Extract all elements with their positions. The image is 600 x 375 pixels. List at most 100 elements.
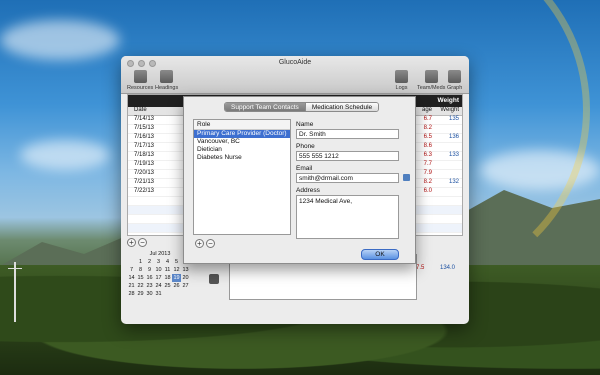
date-cell: 7/20/13: [134, 170, 155, 176]
calendar-day[interactable]: 29: [136, 290, 145, 298]
weight-cell: [432, 188, 462, 196]
calendar-day[interactable]: 20: [181, 274, 190, 282]
cloud: [0, 20, 120, 60]
folder-icon: [133, 70, 147, 83]
toolbar-label: Graph: [447, 85, 463, 91]
summary-weight: 134.0: [440, 265, 456, 271]
calendar-day[interactable]: 24: [154, 282, 163, 290]
weight-cell: 132: [448, 179, 459, 185]
calendar-day[interactable]: 21: [127, 282, 136, 290]
calendar-day[interactable]: 3: [154, 258, 163, 266]
title-bar: GlucoAide Resources Headings Logs Team/M…: [121, 56, 469, 94]
calendar-week: 7 8 9 10 11 12 13: [127, 266, 193, 274]
ok-button[interactable]: OK: [361, 249, 399, 260]
calendar-day[interactable]: 15: [136, 274, 145, 282]
calendar-day[interactable]: 11: [163, 266, 172, 274]
toolbar-headings-button[interactable]: Headings: [155, 70, 178, 91]
calendar-day[interactable]: 8: [136, 266, 145, 274]
weight-cell: [432, 161, 462, 169]
send-email-icon[interactable]: [403, 174, 410, 181]
email-field[interactable]: smith@drmail.com: [296, 173, 399, 183]
team-icon: [424, 70, 438, 83]
calendar-day[interactable]: 26: [172, 282, 181, 290]
name-field[interactable]: Dr. Smith: [296, 129, 399, 139]
calendar-day[interactable]: 28: [127, 290, 136, 298]
calendar-day[interactable]: 19: [172, 274, 181, 282]
add-role-button[interactable]: +: [195, 239, 204, 248]
calendar-day: [181, 290, 190, 298]
logs-icon: [395, 70, 408, 83]
date-cell: 7/22/13: [134, 188, 155, 194]
remove-role-button[interactable]: −: [206, 239, 215, 248]
weight-cell: 135: [448, 116, 459, 122]
calendar-day[interactable]: 10: [154, 266, 163, 274]
date-cell: 7/16/13: [134, 134, 155, 140]
tab-medication-schedule[interactable]: Medication Schedule: [304, 103, 379, 111]
calendar-day[interactable]: 2: [145, 258, 154, 266]
toolbar-resources-button[interactable]: Resources: [127, 70, 153, 91]
list-item[interactable]: Vancouver, BC: [194, 138, 290, 146]
calendar-grid: 1234567891011121314151617181920212223242…: [127, 258, 193, 298]
remove-row-button[interactable]: −: [138, 238, 147, 247]
calendar-day[interactable]: 7: [127, 266, 136, 274]
toolbar-label: Resources: [127, 85, 154, 91]
toolbar-logs-button[interactable]: Logs: [395, 70, 408, 91]
toolbar-label: Headings: [155, 85, 179, 91]
column-header-weight[interactable]: Weight: [432, 107, 462, 115]
document-icon[interactable]: [209, 274, 219, 284]
graph-icon: [448, 70, 462, 83]
calendar-day[interactable]: 5: [172, 258, 181, 266]
support-team-sheet: Support Team Contacts Medication Schedul…: [183, 96, 416, 264]
name-label: Name: [296, 121, 314, 128]
date-cell: 7/19/13: [134, 161, 155, 167]
calendar-day[interactable]: 4: [163, 258, 172, 266]
date-cell: [128, 206, 176, 214]
cloud: [20, 140, 110, 170]
calendar-day: [163, 290, 172, 298]
phone-field[interactable]: 555 555 1212: [296, 151, 399, 161]
calendar-day[interactable]: 17: [154, 274, 163, 282]
weight-cell: 133: [448, 152, 459, 158]
calendar-day[interactable]: 25: [163, 282, 172, 290]
date-cell: 7/18/13: [134, 152, 155, 158]
weight-group-label: Weight: [437, 97, 459, 104]
calendar-day[interactable]: 30: [145, 290, 154, 298]
calendar-day[interactable]: 23: [145, 282, 154, 290]
gear-icon: [160, 70, 174, 83]
power-pole: [14, 262, 16, 322]
calendar-day[interactable]: 18: [163, 274, 172, 282]
calendar-week: 21 22 23 24 25 26 27: [127, 282, 193, 290]
summary-glucose: 7.5: [416, 265, 425, 271]
weight-cell: [432, 197, 462, 205]
window-title: GlucoAide: [278, 59, 312, 66]
list-item[interactable]: Primary Care Provider (Doctor): [194, 130, 290, 138]
toolbar-label: Team/Meds: [417, 85, 446, 91]
calendar-day[interactable]: 27: [181, 282, 190, 290]
calendar-day[interactable]: 9: [145, 266, 154, 274]
toolbar-graph-button[interactable]: Graph: [447, 70, 462, 91]
email-label: Email: [296, 165, 313, 172]
date-cell: [128, 215, 176, 223]
weight-cell: [432, 224, 462, 232]
add-row-button[interactable]: +: [127, 238, 136, 247]
calendar-day[interactable]: 22: [136, 282, 145, 290]
list-item[interactable]: Diabetes Nurse: [194, 154, 290, 162]
sheet-tabs: Support Team Contacts Medication Schedul…: [224, 102, 380, 112]
calendar-day[interactable]: 12: [172, 266, 181, 274]
date-cell: 7/14/13: [134, 116, 155, 122]
calendar-week: 28 29 30 31: [127, 290, 193, 298]
toolbar-team-meds-button[interactable]: Team/Meds: [417, 70, 445, 91]
tab-support-team-contacts[interactable]: Support Team Contacts: [225, 103, 305, 111]
role-list: Role Primary Care Provider (Doctor) Vanc…: [193, 119, 291, 235]
address-field[interactable]: 1234 Medical Ave,: [296, 195, 399, 239]
calendar-day[interactable]: 31: [154, 290, 163, 298]
calendar-week: 14 15 16 17 18 19 20: [127, 274, 193, 282]
toolbar-label: Logs: [395, 85, 408, 91]
calendar-day[interactable]: 14: [127, 274, 136, 282]
list-item[interactable]: Dietician: [194, 146, 290, 154]
calendar-day[interactable]: 16: [145, 274, 154, 282]
calendar-day[interactable]: 1: [136, 258, 145, 266]
calendar-day: [127, 258, 136, 266]
column-header-date[interactable]: Date: [128, 107, 176, 115]
calendar-day[interactable]: 13: [181, 266, 190, 274]
